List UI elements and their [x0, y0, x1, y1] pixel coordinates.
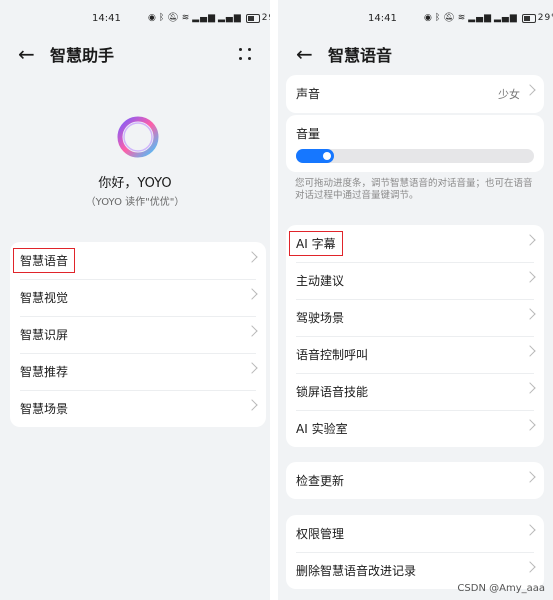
menu-item-label: 权限管理: [296, 527, 345, 541]
menu-item-label: 智慧视觉: [20, 291, 69, 305]
chevron-right-icon: [524, 382, 536, 394]
menu-item-check-update[interactable]: 检查更新: [286, 462, 544, 499]
menu-item-label: 智慧场景: [20, 402, 69, 416]
battery-percent: 29%: [537, 13, 553, 23]
chevron-right-icon: [524, 271, 536, 283]
chevron-right-icon: [246, 362, 258, 374]
status-time: 14:41: [368, 13, 397, 24]
menu-item-label: 删除智慧语音改进记录: [296, 564, 417, 578]
yoyo-logo-icon: [117, 116, 159, 158]
menu-item-label: 智慧识屏: [20, 328, 69, 342]
status-icons: ◉ ᛒ 🔕︎ ≋ ▂▄▆ ▂▄▆ 29%: [148, 13, 270, 23]
signal-icon-2: ▂▄▆: [218, 13, 242, 23]
greeting-text: 你好，YOYO: [98, 176, 172, 191]
chevron-right-icon: [246, 251, 258, 263]
wifi-icon: ≋: [457, 13, 467, 23]
menu-item-proactive-suggestions[interactable]: 主动建议: [286, 262, 544, 299]
status-icons: ◉ ᛒ 🔕︎ ≋ ▂▄▆ ▂▄▆ 29%: [424, 13, 553, 23]
menu-item-driving-scene[interactable]: 驾驶场景: [286, 299, 544, 336]
assistant-menu-card: 智慧语音 智慧视觉 智慧识屏 智慧推荐 智慧场景: [10, 242, 266, 427]
menu-item-label: 主动建议: [296, 274, 345, 288]
voice-header: ← 智慧语音: [296, 40, 535, 68]
volume-label: 音量: [296, 127, 321, 141]
menu-item-smart-voice[interactable]: 智慧语音: [10, 242, 266, 279]
privacy-card: 权限管理 删除智慧语音改进记录: [286, 515, 544, 589]
chevron-right-icon: [246, 325, 258, 337]
menu-item-label: AI 实验室: [296, 422, 348, 436]
menu-item-ai-lab[interactable]: AI 实验室: [286, 410, 544, 447]
status-bar: 14:41 ◉ ᛒ 🔕︎ ≋ ▂▄▆ ▂▄▆ 29%: [278, 12, 553, 28]
battery-icon: [245, 13, 260, 23]
eye-icon: ◉: [148, 13, 157, 23]
chevron-right-icon: [524, 471, 536, 483]
signal-icon: ▂▄▆: [468, 13, 493, 23]
volume-card: 音量: [286, 115, 544, 172]
status-time: 14:41: [92, 13, 121, 24]
back-arrow-icon[interactable]: ←: [18, 40, 48, 68]
chevron-right-icon: [524, 561, 536, 573]
signal-icon-2: ▂▄▆: [494, 13, 518, 23]
bluetooth-icon: ᛒ: [158, 13, 166, 23]
back-arrow-icon[interactable]: ←: [296, 40, 326, 68]
menu-item-lockscreen-skills[interactable]: 锁屏语音技能: [286, 373, 544, 410]
more-dots-icon[interactable]: [238, 47, 252, 61]
menu-item-smart-scene[interactable]: 智慧场景: [10, 390, 266, 427]
menu-item-label: 智慧推荐: [20, 365, 69, 379]
menu-item-smart-screen[interactable]: 智慧识屏: [10, 316, 266, 353]
menu-item-ai-subtitles[interactable]: AI 字幕: [286, 225, 544, 262]
wifi-icon: ≋: [181, 13, 191, 23]
page-title: 智慧助手: [50, 46, 115, 65]
sound-row[interactable]: 声音 少女: [286, 75, 544, 112]
battery-icon: [521, 13, 536, 23]
sound-label: 声音: [296, 87, 321, 101]
chevron-right-icon: [524, 234, 536, 246]
volume-hint: 您可拖动进度条，调节智慧语音的对话音量；也可在语音对话过程中通过音量键调节。: [295, 178, 533, 201]
menu-item-smart-recommend[interactable]: 智慧推荐: [10, 353, 266, 390]
smart-voice-screen: 14:41 ◉ ᛒ 🔕︎ ≋ ▂▄▆ ▂▄▆ 29% ← 智慧语音 声音 少女 …: [278, 0, 553, 600]
screen-divider: [270, 0, 278, 600]
volume-slider[interactable]: [296, 149, 534, 163]
volume-slider-knob[interactable]: [323, 152, 331, 160]
battery-percent: 29%: [261, 13, 270, 23]
update-card: 检查更新: [286, 462, 544, 499]
menu-item-label: 驾驶场景: [296, 311, 345, 325]
menu-item-permissions[interactable]: 权限管理: [286, 515, 544, 552]
chevron-right-icon: [524, 308, 536, 320]
mute-icon: 🔕︎: [167, 13, 180, 23]
chevron-right-icon: [524, 419, 536, 431]
sound-card: 声音 少女: [286, 75, 544, 113]
chevron-right-icon: [246, 399, 258, 411]
menu-item-label: 智慧语音: [12, 248, 76, 273]
status-bar: 14:41 ◉ ᛒ 🔕︎ ≋ ▂▄▆ ▂▄▆ 29%: [0, 12, 270, 28]
page-title: 智慧语音: [328, 46, 393, 65]
chevron-right-icon: [246, 288, 258, 300]
menu-item-voice-call[interactable]: 语音控制呼叫: [286, 336, 544, 373]
voice-settings-card: AI 字幕 主动建议 驾驶场景 语音控制呼叫 锁屏语音技能 AI 实验室: [286, 225, 544, 447]
chevron-right-icon: [524, 345, 536, 357]
greeting-subtext: （YOYO 读作"优优"）: [85, 197, 185, 208]
watermark: CSDN @Amy_aaa: [457, 583, 545, 594]
menu-item-label: 语音控制呼叫: [296, 348, 369, 362]
eye-icon: ◉: [424, 13, 433, 23]
chevron-right-icon: [524, 524, 536, 536]
menu-item-label: 检查更新: [296, 474, 345, 488]
menu-item-label: 锁屏语音技能: [296, 385, 369, 399]
mute-icon: 🔕︎: [443, 13, 456, 23]
assistant-header: ← 智慧助手: [18, 40, 252, 68]
menu-item-smart-vision[interactable]: 智慧视觉: [10, 279, 266, 316]
chevron-right-icon: [524, 84, 536, 96]
signal-icon: ▂▄▆: [192, 13, 217, 23]
sound-value: 少女: [498, 87, 520, 101]
bluetooth-icon: ᛒ: [434, 13, 442, 23]
assistant-screen: 14:41 ◉ ᛒ 🔕︎ ≋ ▂▄▆ ▂▄▆ 29% ← 智慧助手: [0, 0, 270, 600]
menu-item-label: AI 字幕: [289, 231, 343, 256]
